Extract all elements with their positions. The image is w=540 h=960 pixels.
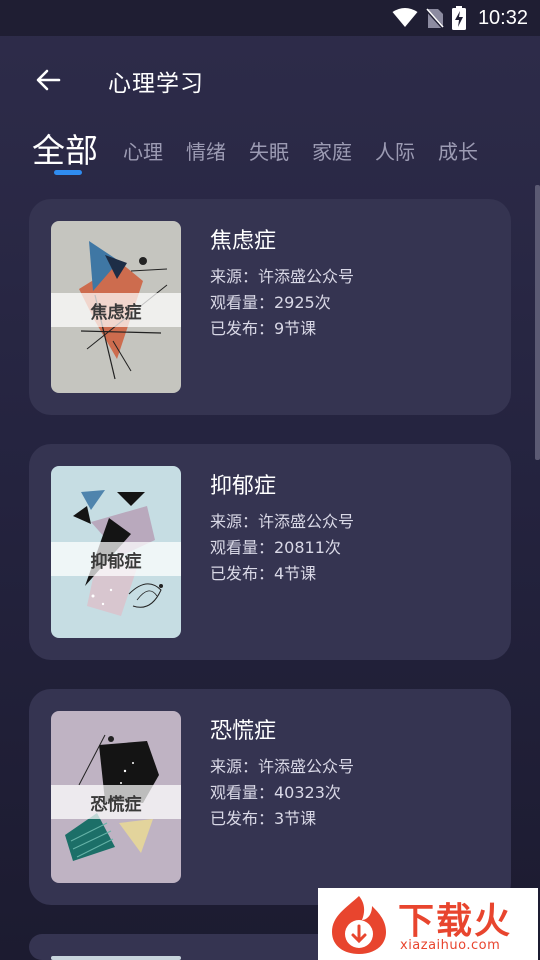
course-card[interactable]: 抑郁症 抑郁症 来源：许添盛公众号 观看量：20811次 已发布：4节课 [29,444,511,660]
clock: 10:32 [477,6,528,29]
no-sim-icon [425,7,444,29]
course-views: 观看量：40323次 [210,783,341,802]
tab-growth[interactable]: 成长 [438,136,478,165]
tab-psychology[interactable]: 心理 [123,136,163,165]
status-bar: 10:32 [0,0,540,36]
course-thumbnail: 抑郁症 [51,466,181,638]
course-source: 来源：许添盛公众号 [210,757,355,776]
header: 心理学习 [0,52,540,108]
course-thumbnail: 恐慌症 [51,711,181,883]
scrollbar[interactable] [535,185,540,460]
tab-insomnia[interactable]: 失眠 [249,136,289,165]
tab-family[interactable]: 家庭 [312,136,352,165]
course-source: 来源：许添盛公众号 [210,512,355,531]
back-button[interactable] [30,64,66,96]
course-published: 已发布：4节课 [210,564,317,583]
course-card[interactable]: 焦虑症 焦虑症 来源：许添盛公众号 观看量：2925次 已发布：9节课 [29,199,511,415]
course-published: 已发布：9节课 [210,319,317,338]
thumbnail-band: 恐慌症 [51,785,181,819]
course-views: 观看量：20811次 [210,538,341,557]
course-published: 已发布：3节课 [210,809,317,828]
course-card[interactable]: 恐慌症 恐慌症 来源：许添盛公众号 观看量：40323次 已发布：3节课 [29,689,511,905]
thumbnail-label: 恐慌症 [90,794,142,815]
battery-charging-icon [451,6,466,30]
tab-emotion[interactable]: 情绪 [186,136,226,165]
flame-logo-icon [332,896,386,954]
tab-indicator [54,170,82,175]
course-thumbnail [51,956,181,960]
course-source: 来源：许添盛公众号 [210,267,355,286]
arrow-left-icon [36,69,61,91]
wifi-icon [392,8,418,28]
thumbnail-label: 抑郁症 [90,551,142,572]
course-title: 恐慌症 [210,719,277,744]
course-views: 观看量：2925次 [210,293,331,312]
watermark-text: 下载火 [398,901,513,942]
tab-relationships[interactable]: 人际 [375,136,415,165]
thumbnail-band: 抑郁症 [51,542,181,576]
tab-all[interactable]: 全部 [32,124,98,172]
page-title: 心理学习 [108,71,204,97]
thumbnail-band: 焦虑症 [51,293,181,327]
watermark-badge: 下载火 xiazaihuo.com [318,888,538,960]
watermark-url: xiazaihuo.com [400,938,501,953]
thumbnail-label: 焦虑症 [90,302,142,323]
course-thumbnail: 焦虑症 [51,221,181,393]
course-title: 抑郁症 [210,474,277,499]
course-title: 焦虑症 [210,229,277,254]
